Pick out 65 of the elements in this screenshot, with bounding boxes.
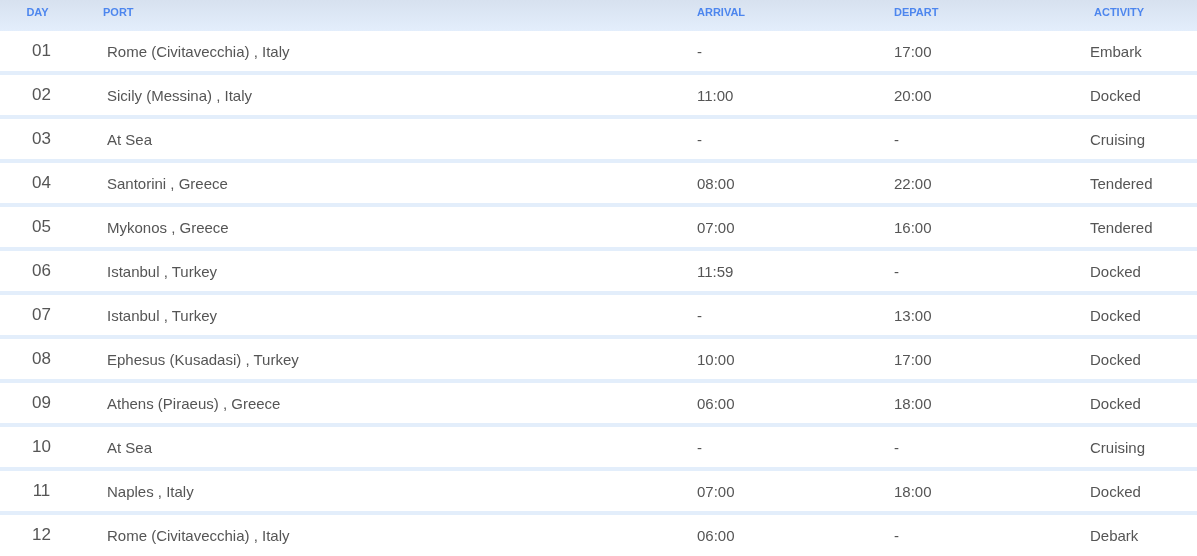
arrival-cell-text: 07:00 [696, 218, 735, 236]
day-cell: 11 [32, 481, 51, 501]
depart-cell-text: 18:00 [893, 482, 932, 500]
activity-cell-text: Cruising [1089, 130, 1146, 148]
day-cell: 10 [32, 437, 51, 457]
day-cell: 06 [32, 261, 51, 281]
port-cell-text: Ephesus (Kusadasi) , Turkey [106, 350, 299, 368]
day-cell: 04 [32, 173, 51, 193]
activity-cell-text: Docked [1089, 350, 1141, 368]
port-cell-text: Mykonos , Greece [106, 218, 229, 236]
depart-cell-text: - [893, 438, 899, 456]
column-header: ARRIVAL [696, 5, 746, 18]
arrival-cell-text: - [696, 438, 702, 456]
arrival-cell-text: 06:00 [696, 394, 735, 412]
day-cell: 03 [32, 129, 51, 149]
activity-cell-text: Tendered [1089, 174, 1153, 192]
day-cell: 09 [32, 393, 51, 413]
port-cell-text: Athens (Piraeus) , Greece [106, 394, 281, 412]
depart-cell-text: - [893, 130, 899, 148]
arrival-cell-text: - [696, 130, 702, 148]
activity-cell-text: Docked [1089, 306, 1141, 324]
port-cell-text: Rome (Civitavecchia) , Italy [106, 42, 290, 60]
day-cell: 05 [32, 217, 51, 237]
activity-cell-text: Docked [1089, 482, 1141, 500]
arrival-cell-text: 07:00 [696, 482, 735, 500]
activity-cell-text: Tendered [1089, 218, 1153, 236]
activity-cell-text: Cruising [1089, 438, 1146, 456]
day-cell: 02 [32, 85, 51, 105]
activity-cell-text: Debark [1089, 526, 1139, 544]
depart-cell-text: 17:00 [893, 42, 932, 60]
port-cell-text: Naples , Italy [106, 482, 194, 500]
arrival-cell-text: 11:00 [696, 86, 734, 104]
depart-cell-text: - [893, 526, 899, 544]
arrival-cell-text: 08:00 [696, 174, 735, 192]
arrival-cell-text: - [696, 42, 702, 60]
depart-cell-text: 13:00 [893, 306, 932, 324]
depart-cell-text: - [893, 262, 899, 280]
port-cell-text: At Sea [106, 438, 153, 456]
day-cell: 01 [32, 41, 51, 61]
column-header: PORT [102, 5, 134, 18]
day-cell: 08 [32, 349, 51, 369]
depart-cell-text: 22:00 [893, 174, 932, 192]
arrival-cell-text: 11:59 [696, 262, 734, 280]
arrival-cell-text: 06:00 [696, 526, 735, 544]
activity-cell-text: Docked [1089, 394, 1141, 412]
port-cell-text: Rome (Civitavecchia) , Italy [106, 526, 290, 544]
port-cell-text: Istanbul , Turkey [106, 262, 218, 280]
port-cell-text: Istanbul , Turkey [106, 306, 218, 324]
depart-cell-text: 20:00 [893, 86, 932, 104]
column-header: DAY [26, 5, 49, 18]
column-header: DEPART [893, 5, 939, 18]
activity-cell-text: Docked [1089, 86, 1141, 104]
port-cell-text: At Sea [106, 130, 153, 148]
activity-cell-text: Docked [1089, 262, 1141, 280]
day-cell: 07 [32, 305, 51, 325]
arrival-cell-text: 10:00 [696, 350, 735, 368]
depart-cell-text: 16:00 [893, 218, 932, 236]
activity-cell-text: Embark [1089, 42, 1142, 60]
port-cell-text: Santorini , Greece [106, 174, 228, 192]
depart-cell-text: 18:00 [893, 394, 932, 412]
port-cell-text: Sicily (Messina) , Italy [106, 86, 253, 104]
arrival-cell-text: - [696, 306, 702, 324]
depart-cell-text: 17:00 [893, 350, 932, 368]
day-cell: 12 [32, 525, 51, 545]
column-header: ACTIVITY [1093, 5, 1145, 18]
